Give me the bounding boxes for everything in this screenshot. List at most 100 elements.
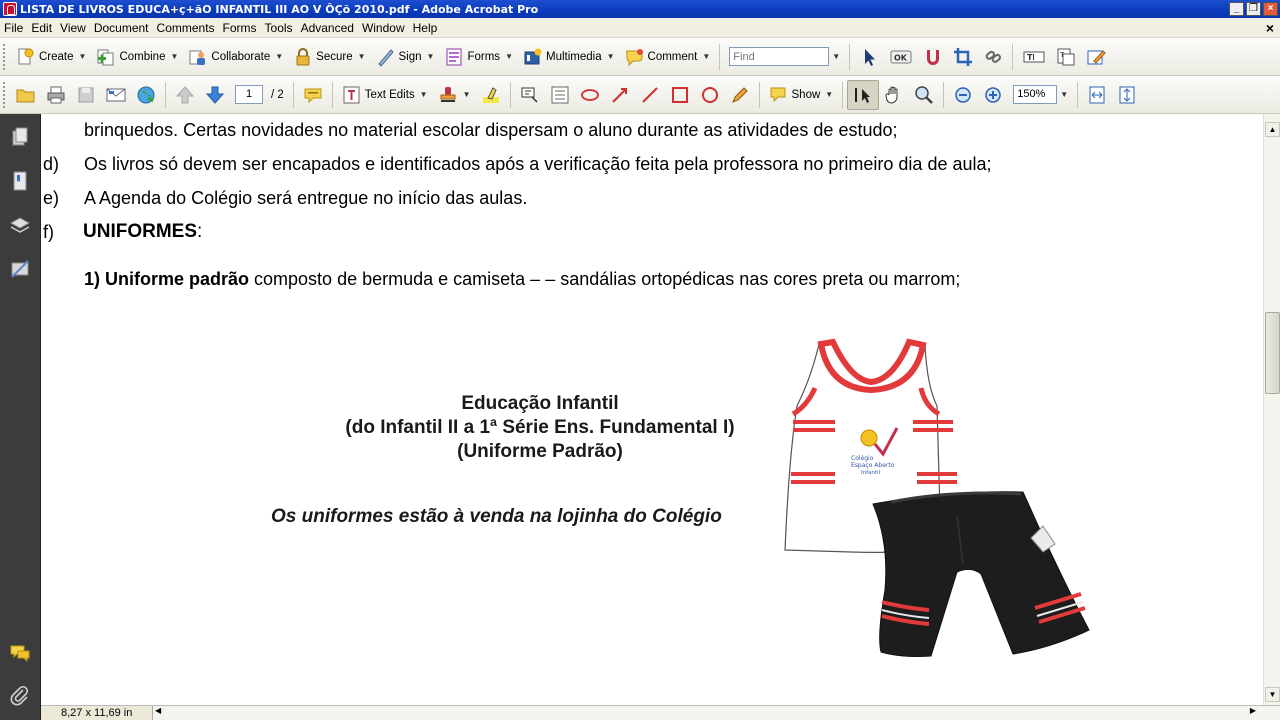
edit-form-icon (1087, 49, 1106, 64)
text-field-tool-button[interactable]: T (1017, 42, 1051, 72)
toolbar-separator (943, 81, 945, 108)
bookmarks-icon[interactable] (9, 170, 31, 192)
text-edits-label: Text Edits (364, 88, 415, 101)
list-field-tool-button[interactable]: T (1051, 42, 1081, 72)
menu-file[interactable]: File (0, 21, 27, 35)
comments-panel-icon[interactable] (9, 642, 31, 664)
ok-button-tool[interactable]: OK (884, 42, 918, 72)
menu-view[interactable]: View (56, 21, 90, 35)
callout-button[interactable] (515, 80, 545, 110)
zoom-out-button[interactable] (948, 80, 978, 110)
comment-bubble-icon (625, 48, 643, 66)
document-close-button[interactable]: × (1266, 20, 1274, 36)
svg-text:T: T (1027, 53, 1033, 62)
crop-tool-button[interactable] (948, 42, 978, 72)
horizontal-scrollbar[interactable]: ◀ ▶ (153, 706, 1280, 720)
print-button[interactable] (41, 80, 71, 110)
multimedia-button[interactable]: Multimedia ▼ (518, 42, 620, 72)
document-page[interactable]: brinquedos. Certas novidades no material… (41, 114, 1263, 705)
create-button[interactable]: Create ▼ (11, 42, 91, 72)
uniform-standard-text: composto de bermuda e camiseta – – sandá… (249, 269, 961, 289)
toolbar-grip[interactable] (3, 81, 7, 108)
toolbar-separator (849, 43, 851, 70)
oval-button[interactable] (695, 80, 725, 110)
chevron-down-icon: ▼ (357, 52, 366, 61)
toolbar-separator (719, 43, 721, 70)
window-controls: _ ❐ × (1229, 2, 1278, 16)
restore-button[interactable]: ❐ (1246, 2, 1261, 16)
zoom-level-input[interactable]: 150% (1013, 85, 1058, 104)
chevron-down-icon[interactable]: ▼ (1060, 90, 1068, 99)
menu-tools[interactable]: Tools (261, 21, 297, 35)
arrow-button[interactable] (605, 80, 635, 110)
forms-button[interactable]: Forms ▼ (439, 42, 518, 72)
secure-button[interactable]: Secure ▼ (288, 42, 370, 72)
rectangle-button[interactable] (665, 80, 695, 110)
scroll-right-arrow-icon[interactable]: ▶ (1250, 706, 1256, 715)
zoom-in-icon (985, 86, 1001, 103)
line-button[interactable] (635, 80, 665, 110)
current-page-input[interactable]: 1 (235, 85, 263, 104)
email-button[interactable] (101, 80, 131, 110)
minimize-button[interactable]: _ (1229, 2, 1244, 16)
menu-document[interactable]: Document (90, 21, 153, 35)
scroll-up-arrow-icon[interactable]: ▲ (1265, 122, 1280, 137)
hand-tool-button[interactable] (879, 80, 909, 110)
close-button[interactable]: × (1263, 2, 1278, 16)
fit-page-button[interactable] (1112, 80, 1142, 110)
list-marker-e: e) (43, 188, 60, 208)
menu-advanced[interactable]: Advanced (297, 21, 358, 35)
cloud-button[interactable] (575, 80, 605, 110)
open-button[interactable] (11, 80, 41, 110)
layers-icon[interactable] (9, 214, 31, 236)
fit-width-button[interactable] (1082, 80, 1112, 110)
list-field-icon: T (1057, 48, 1075, 65)
ok-button-icon: OK (890, 50, 912, 63)
arrow-line-icon (611, 87, 627, 103)
collaborate-button[interactable]: Collaborate ▼ (183, 42, 288, 72)
combine-button[interactable]: Combine ▼ (91, 42, 183, 72)
scroll-down-arrow-icon[interactable]: ▼ (1265, 687, 1280, 702)
caption-line-3: (Uniforme Padrão) (457, 441, 623, 462)
toolbar-grip[interactable] (3, 43, 7, 70)
edit-form-tool-button[interactable] (1081, 42, 1111, 72)
chevron-down-icon: ▼ (505, 52, 513, 61)
sticky-note-button[interactable] (298, 80, 328, 110)
scroll-left-arrow-icon[interactable]: ◀ (155, 706, 161, 715)
magnet-tool-button[interactable] (918, 42, 948, 72)
comment-button[interactable]: Comment ▼ (620, 42, 716, 72)
menu-edit[interactable]: Edit (27, 21, 56, 35)
text-box-button[interactable] (545, 80, 575, 110)
zoom-in-button[interactable] (978, 80, 1008, 110)
paperclip-icon[interactable] (9, 684, 31, 706)
show-comments-icon (770, 87, 785, 102)
stamp-button[interactable]: ▼ (433, 80, 476, 110)
menu-help[interactable]: Help (409, 21, 442, 35)
total-pages-label: / 2 (271, 88, 284, 101)
marquee-zoom-button[interactable] (909, 80, 939, 110)
web-button[interactable] (131, 80, 161, 110)
show-comments-button[interactable]: Show ▼ (764, 80, 839, 110)
find-input[interactable] (729, 47, 830, 66)
menu-comments[interactable]: Comments (153, 21, 219, 35)
scroll-thumb[interactable] (1265, 312, 1280, 394)
signatures-icon[interactable] (9, 258, 31, 280)
save-button[interactable] (71, 80, 101, 110)
sign-button[interactable]: Sign ▼ (371, 42, 440, 72)
highlight-button[interactable] (476, 80, 506, 110)
chevron-down-icon[interactable]: ▼ (832, 52, 840, 61)
oval-icon (701, 86, 718, 103)
text-edits-button[interactable]: Text Edits ▼ (337, 80, 433, 110)
menu-window[interactable]: Window (358, 21, 409, 35)
previous-page-button[interactable] (170, 80, 200, 110)
link-tool-button[interactable] (978, 42, 1008, 72)
select-tool-button[interactable] (854, 42, 884, 72)
vertical-scrollbar[interactable]: ▲ ▼ (1263, 114, 1280, 705)
select-text-tool-button[interactable] (847, 79, 880, 110)
collaborate-icon (189, 50, 206, 65)
menu-forms[interactable]: Forms (219, 21, 261, 35)
pages-icon[interactable] (9, 126, 31, 148)
next-page-button[interactable] (200, 80, 230, 110)
acrobat-app-icon[interactable] (3, 2, 17, 16)
pencil-button[interactable] (725, 80, 755, 110)
